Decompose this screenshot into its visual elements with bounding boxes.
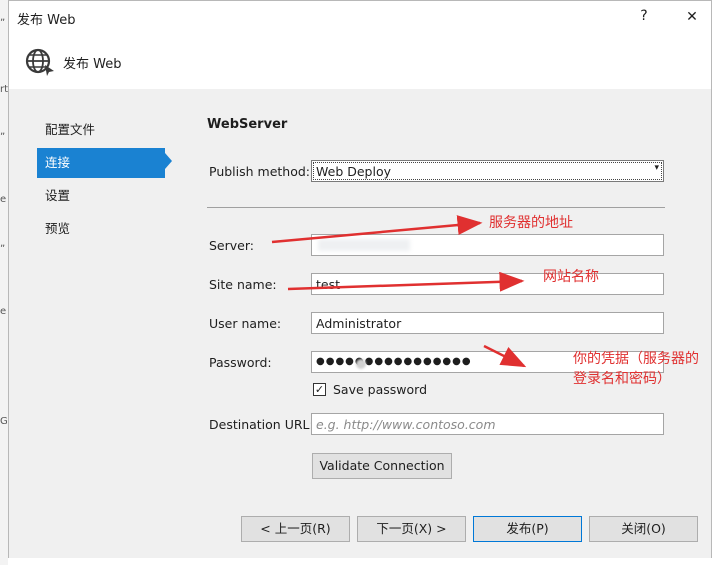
- edge-fragment: G: [0, 416, 8, 427]
- site-name-input[interactable]: test: [311, 273, 664, 295]
- edge-fragment: „: [0, 126, 6, 137]
- publish-method-value: Web Deploy: [316, 164, 391, 179]
- edge-fragment: rt: [0, 84, 9, 95]
- close-button[interactable]: ✕: [677, 1, 707, 33]
- header-title: 发布 Web: [63, 57, 122, 72]
- nav-selection-pointer: [165, 153, 172, 169]
- site-name-label: Site name:: [209, 277, 277, 292]
- close-dialog-button[interactable]: 关闭(O): [589, 516, 698, 542]
- edge-fragment: „: [0, 12, 6, 23]
- user-name-input[interactable]: Administrator: [311, 312, 664, 334]
- site-annotation: 网站名称: [543, 269, 599, 285]
- publish-method-label: Publish method:: [209, 164, 311, 179]
- server-label: Server:: [209, 238, 254, 253]
- destination-url-input[interactable]: e.g. http://www.contoso.com: [311, 413, 664, 435]
- chevron-down-icon: ▾: [654, 163, 659, 173]
- server-input[interactable]: [311, 234, 664, 256]
- redacted-server-address: [318, 239, 410, 251]
- dialog-header: 发布 Web: [9, 33, 711, 90]
- publish-web-dialog: 发布 Web ? ✕ 发布 Web 配置文件 连接 设置 预览 WebServe…: [8, 0, 712, 558]
- nav-item-connection[interactable]: 连接: [37, 148, 165, 178]
- divider: [207, 207, 665, 208]
- dialog-body: 配置文件 连接 设置 预览 WebServer Publish method: …: [9, 89, 711, 558]
- redacted-password-char: [356, 359, 366, 369]
- user-name-label: User name:: [209, 316, 282, 331]
- background-window-edge: „ rt „ e „ e G: [0, 0, 8, 565]
- edge-fragment: e: [0, 306, 7, 317]
- nav-item-profile[interactable]: 配置文件: [37, 115, 165, 145]
- credentials-annotation-line1: 你的凭据（服务器的: [573, 351, 699, 367]
- password-label: Password:: [209, 355, 272, 370]
- credentials-annotation-line2: 登录名和密码）: [573, 371, 671, 387]
- destination-url-label: Destination URL:: [209, 417, 314, 432]
- edge-fragment: e: [0, 194, 7, 205]
- publish-button[interactable]: 发布(P): [473, 516, 582, 542]
- server-annotation: 服务器的地址: [489, 215, 573, 231]
- next-button[interactable]: 下一页(X) >: [357, 516, 466, 542]
- save-password-label: Save password: [333, 382, 428, 397]
- previous-button[interactable]: < 上一页(R): [241, 516, 350, 542]
- validate-connection-button[interactable]: Validate Connection: [312, 453, 452, 479]
- section-title: WebServer: [207, 117, 288, 132]
- nav-item-preview[interactable]: 预览: [37, 214, 165, 244]
- title-bar: 发布 Web ? ✕: [9, 1, 711, 33]
- window-title: 发布 Web: [17, 13, 76, 28]
- save-password-checkbox[interactable]: ✓: [313, 383, 326, 396]
- nav-item-settings[interactable]: 设置: [37, 181, 165, 211]
- publish-method-select[interactable]: Web Deploy ▾: [311, 160, 664, 182]
- help-button[interactable]: ?: [629, 1, 659, 33]
- globe-icon: [25, 48, 54, 76]
- edge-fragment: „: [0, 238, 6, 249]
- password-value: ●●●●●●●●●●●●●●●●: [316, 356, 472, 367]
